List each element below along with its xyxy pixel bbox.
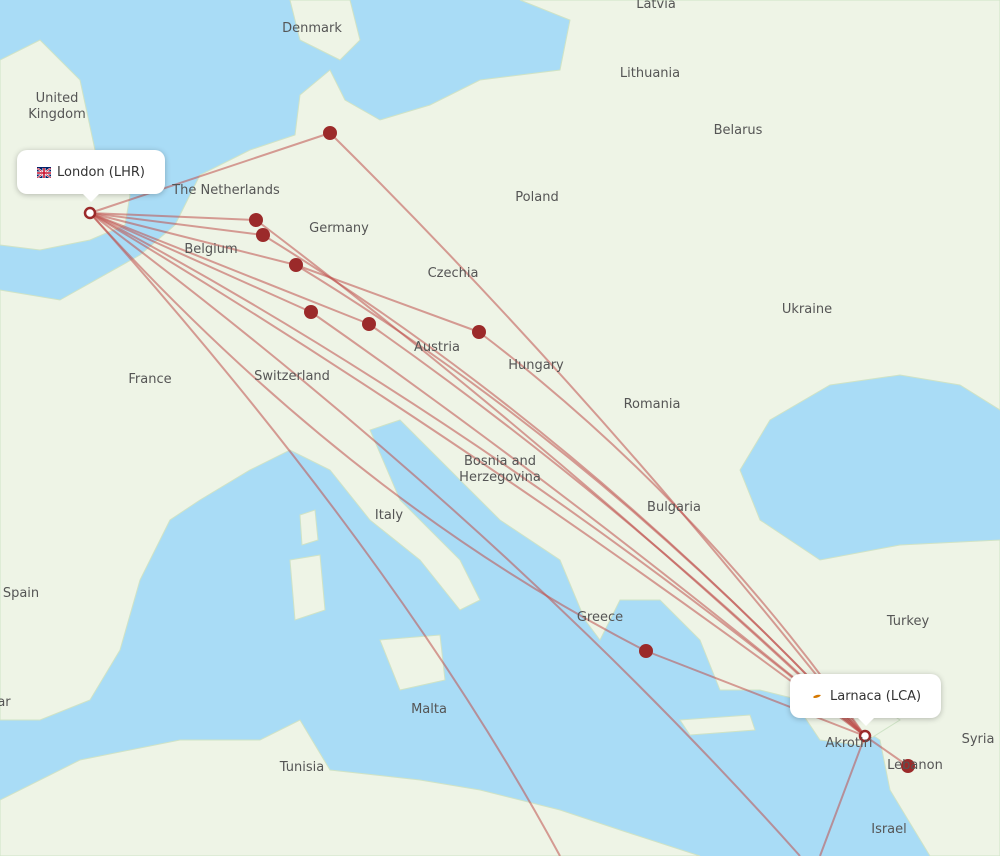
place-label: ar bbox=[0, 695, 11, 710]
destination-label: Larnaca (LCA) bbox=[830, 688, 922, 704]
place-label: Czechia bbox=[427, 266, 479, 281]
place-label: United Kingdom bbox=[28, 91, 86, 122]
place-label: Bulgaria bbox=[647, 500, 701, 515]
destination-callout[interactable]: Larnaca (LCA) bbox=[790, 674, 942, 726]
destination-dot[interactable] bbox=[472, 325, 486, 339]
place-label: Israel bbox=[871, 822, 907, 837]
destination-dot[interactable] bbox=[256, 228, 270, 242]
place-label: Tunisia bbox=[279, 760, 325, 775]
uk-flag-icon bbox=[36, 167, 52, 179]
place-label: Greece bbox=[576, 610, 624, 625]
place-label: Lithuania bbox=[619, 66, 681, 81]
place-label: Bosnia and Herzegovina bbox=[459, 454, 541, 485]
place-label: Austria bbox=[414, 340, 460, 355]
place-label: Spain bbox=[2, 586, 40, 601]
destination-dot[interactable] bbox=[639, 644, 653, 658]
land bbox=[0, 0, 1000, 856]
place-label: Romania bbox=[623, 397, 681, 412]
destination-dot[interactable] bbox=[249, 213, 263, 227]
place-label: Syria bbox=[961, 732, 995, 747]
place-label: Germany bbox=[309, 221, 369, 236]
destination-dot[interactable] bbox=[323, 126, 337, 140]
place-label: Belgium bbox=[184, 242, 238, 257]
place-label: Lebanon bbox=[887, 758, 943, 773]
destination-dot[interactable] bbox=[304, 305, 318, 319]
place-label: The Netherlands bbox=[172, 183, 280, 198]
place-label: France bbox=[128, 372, 172, 387]
place-label: Ukraine bbox=[781, 302, 833, 317]
place-label: Belarus bbox=[713, 123, 763, 138]
map-canvas[interactable] bbox=[0, 0, 1000, 856]
place-label: Hungary bbox=[508, 358, 564, 373]
origin-label: London (LHR) bbox=[57, 164, 145, 180]
place-label: Turkey bbox=[886, 614, 930, 629]
place-label: Malta bbox=[411, 702, 447, 717]
destination-dot[interactable] bbox=[289, 258, 303, 272]
place-label: Poland bbox=[515, 190, 559, 205]
place-label: Italy bbox=[374, 508, 404, 523]
place-label: Akrotiri bbox=[825, 736, 873, 751]
origin-callout[interactable]: London (LHR) bbox=[17, 150, 165, 202]
origin-marker[interactable] bbox=[83, 206, 97, 220]
place-label: Denmark bbox=[282, 21, 342, 36]
destination-dot[interactable] bbox=[362, 317, 376, 331]
place-label: Latvia bbox=[636, 0, 676, 12]
cyprus-flag-icon bbox=[810, 691, 824, 702]
place-label: Switzerland bbox=[254, 369, 330, 384]
